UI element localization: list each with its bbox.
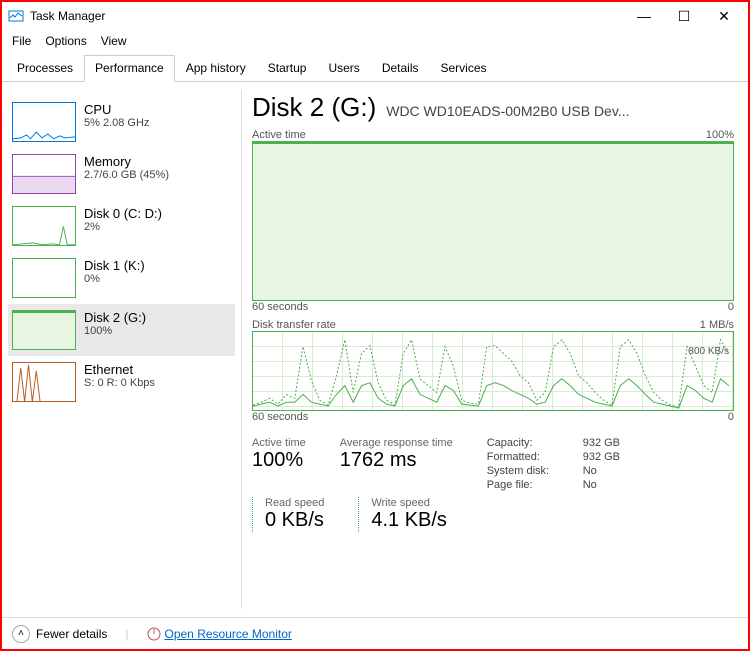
menu-view[interactable]: View	[101, 34, 127, 50]
sidebar-value: 2%	[84, 221, 162, 233]
task-manager-icon	[8, 8, 24, 24]
chart-max: 1 MB/s	[700, 319, 734, 331]
stat-avg-response: Average response time 1762 ms	[340, 437, 453, 493]
cap-val: 932 GB	[583, 437, 620, 449]
stats-row-2: Read speed 0 KB/s Write speed 4.1 KB/s	[252, 497, 734, 532]
tabs: Processes Performance App history Startu…	[2, 54, 748, 82]
cap-key: Formatted:	[487, 451, 567, 463]
chart-xmin: 60 seconds	[252, 301, 308, 313]
disk1-thumb	[12, 258, 76, 298]
menu-file[interactable]: File	[12, 34, 31, 50]
transfer-rate-chart: 800 KB/s	[252, 331, 734, 411]
cap-val: 932 GB	[583, 451, 620, 463]
sidebar-item-cpu[interactable]: CPU5% 2.08 GHz	[8, 96, 235, 148]
sidebar-label: CPU	[84, 102, 149, 117]
tab-processes[interactable]: Processes	[6, 55, 84, 82]
cap-key: System disk:	[487, 465, 567, 477]
sidebar-label: Memory	[84, 154, 169, 169]
titlebar: Task Manager — ☐ ✕	[2, 2, 748, 30]
menubar: File Options View	[2, 30, 748, 54]
chart-xmin: 60 seconds	[252, 411, 308, 423]
sidebar-value: 100%	[84, 325, 146, 337]
stat-value: 1762 ms	[340, 449, 453, 472]
stat-value: 4.1 KB/s	[371, 509, 447, 532]
page-title: Disk 2 (G:)	[252, 92, 376, 123]
sidebar: CPU5% 2.08 GHz Memory2.7/6.0 GB (45%) Di…	[2, 90, 242, 609]
stat-value: 100%	[252, 449, 306, 472]
stat-label: Average response time	[340, 437, 453, 449]
stat-read-speed: Read speed 0 KB/s	[252, 497, 324, 532]
ethernet-thumb	[12, 362, 76, 402]
stat-active-time: Active time 100%	[252, 437, 306, 493]
sidebar-label: Disk 1 (K:)	[84, 258, 145, 273]
chart-max: 100%	[706, 129, 734, 141]
minimize-button[interactable]: —	[632, 4, 656, 28]
chart-transfer-rate: Disk transfer rate 1 MB/s 800 KB/s 60 sec…	[252, 319, 734, 423]
sidebar-item-memory[interactable]: Memory2.7/6.0 GB (45%)	[8, 148, 235, 200]
stat-label: Active time	[252, 437, 306, 449]
tab-details[interactable]: Details	[371, 55, 430, 82]
chart-label: Active time	[252, 129, 306, 141]
stats-row-1: Active time 100% Average response time 1…	[252, 437, 734, 493]
tab-app-history[interactable]: App history	[175, 55, 257, 82]
link-text: Open Resource Monitor	[165, 627, 292, 641]
sidebar-item-disk1[interactable]: Disk 1 (K:)0%	[8, 252, 235, 304]
chart-xmax: 0	[728, 301, 734, 313]
content: Disk 2 (G:) WDC WD10EADS-00M2B0 USB Dev.…	[242, 82, 748, 617]
window-title: Task Manager	[30, 9, 632, 23]
chart-xmax: 0	[728, 411, 734, 423]
chart-label: Disk transfer rate	[252, 319, 336, 331]
tab-startup[interactable]: Startup	[257, 55, 318, 82]
disk0-thumb	[12, 206, 76, 246]
cpu-thumb	[12, 102, 76, 142]
tab-users[interactable]: Users	[317, 55, 370, 82]
sidebar-item-disk2[interactable]: Disk 2 (G:)100%	[8, 304, 235, 356]
sidebar-item-disk0[interactable]: Disk 0 (C: D:)2%	[8, 200, 235, 252]
sidebar-value: S: 0 R: 0 Kbps	[84, 377, 155, 389]
sidebar-label: Ethernet	[84, 362, 155, 377]
cap-val: No	[583, 465, 597, 477]
menu-options[interactable]: Options	[45, 34, 86, 50]
sidebar-value: 2.7/6.0 GB (45%)	[84, 169, 169, 181]
window-controls: — ☐ ✕	[632, 4, 742, 28]
sidebar-item-ethernet[interactable]: EthernetS: 0 R: 0 Kbps	[8, 356, 235, 408]
maximize-button[interactable]: ☐	[672, 4, 696, 28]
cap-key: Capacity:	[487, 437, 567, 449]
body: CPU5% 2.08 GHz Memory2.7/6.0 GB (45%) Di…	[2, 82, 748, 617]
cap-val: No	[583, 479, 597, 491]
cap-key: Page file:	[487, 479, 567, 491]
memory-thumb	[12, 154, 76, 194]
sidebar-label: Disk 0 (C: D:)	[84, 206, 162, 221]
active-time-chart	[252, 141, 734, 301]
content-header: Disk 2 (G:) WDC WD10EADS-00M2B0 USB Dev.…	[252, 92, 734, 123]
stat-label: Write speed	[371, 497, 447, 509]
chevron-up-icon[interactable]: ˄	[12, 625, 30, 643]
open-resource-monitor-link[interactable]: Open Resource Monitor	[147, 627, 292, 641]
stat-label: Read speed	[265, 497, 324, 509]
statusbar: ˄ Fewer details | Open Resource Monitor	[2, 617, 748, 649]
disk-model: WDC WD10EADS-00M2B0 USB Dev...	[386, 103, 734, 119]
close-button[interactable]: ✕	[712, 4, 736, 28]
disk2-thumb	[12, 310, 76, 350]
sidebar-value: 0%	[84, 273, 145, 285]
divider: |	[125, 627, 128, 641]
stat-value: 0 KB/s	[265, 509, 324, 532]
tab-services[interactable]: Services	[430, 55, 498, 82]
tab-performance[interactable]: Performance	[84, 55, 175, 82]
resource-monitor-icon	[147, 627, 161, 641]
stat-write-speed: Write speed 4.1 KB/s	[358, 497, 447, 532]
fewer-details-button[interactable]: Fewer details	[36, 627, 107, 641]
sidebar-label: Disk 2 (G:)	[84, 310, 146, 325]
chart-active-time: Active time 100% 60 seconds 0	[252, 129, 734, 313]
sidebar-value: 5% 2.08 GHz	[84, 117, 149, 129]
capacity-table: Capacity: 932 GB Formatted: 932 GB System …	[487, 437, 620, 493]
